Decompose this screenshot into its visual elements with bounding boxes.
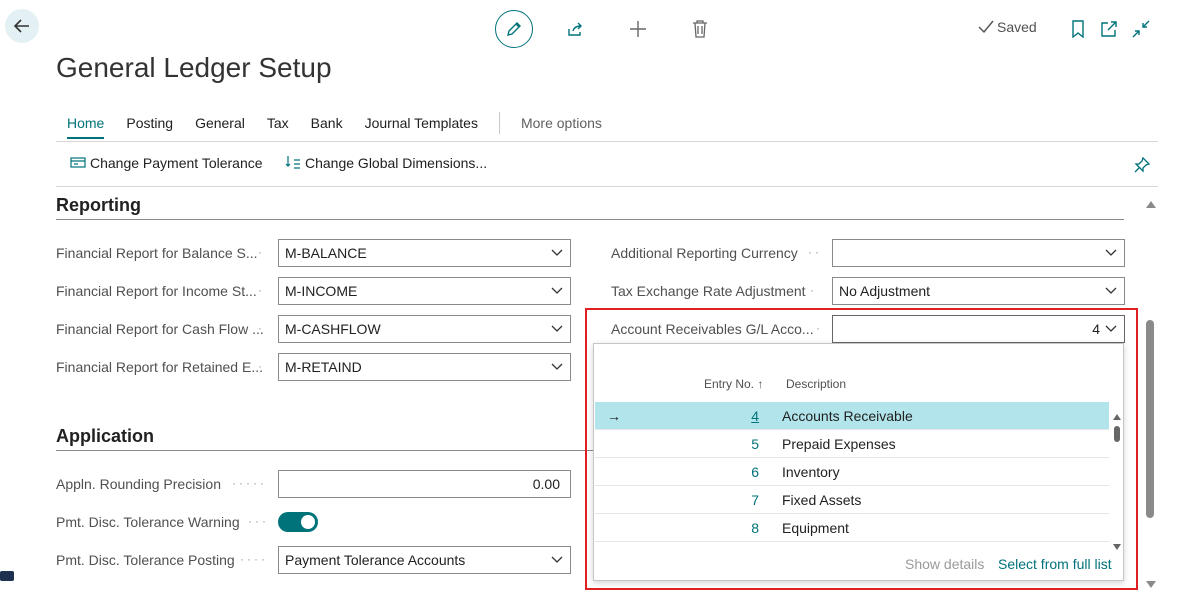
more-options-tab[interactable]: More options (510, 114, 613, 134)
arrow-left-icon (13, 19, 29, 33)
payment-tolerance-icon (70, 157, 86, 168)
tax-exchange-label: Tax Exchange Rate Adjustment (611, 283, 806, 299)
toggle-knob (301, 515, 315, 529)
delete-button[interactable] (688, 17, 712, 41)
saved-label: Saved (997, 19, 1037, 35)
tab-divider (498, 112, 500, 134)
share-button[interactable] (563, 17, 587, 41)
bookmark-icon (1072, 20, 1084, 38)
change-payment-tolerance-action[interactable]: Change Payment Tolerance (70, 155, 263, 171)
retained-earnings-report-value: M-RETAIND (285, 359, 362, 375)
cashflow-report-select[interactable]: M-CASHFLOW (278, 315, 571, 343)
tolerance-posting-label: Pmt. Disc. Tolerance Posting (56, 552, 235, 568)
income-report-select[interactable]: M-INCOME (278, 277, 571, 305)
income-report-label: Financial Report for Income St... (56, 283, 257, 299)
pencil-icon (507, 22, 521, 36)
page-scroll-thumb[interactable] (1146, 320, 1154, 518)
tab-home[interactable]: Home (56, 114, 115, 139)
field-dots: · (810, 283, 817, 297)
rounding-precision-label: Appln. Rounding Precision (56, 476, 221, 492)
chevron-down-icon (1104, 284, 1118, 298)
tab-bar: Home Posting General Tax Bank Journal Te… (56, 112, 613, 139)
new-button[interactable] (626, 17, 650, 41)
chevron-down-icon (550, 246, 564, 260)
edit-button[interactable] (495, 10, 533, 48)
balance-report-value: M-BALANCE (285, 245, 367, 261)
additional-currency-label: Additional Reporting Currency (611, 245, 798, 261)
tab-general[interactable]: General (184, 114, 256, 134)
divider (56, 186, 1158, 187)
chevron-down-icon (550, 284, 564, 298)
tolerance-posting-value: Payment Tolerance Accounts (285, 552, 466, 568)
change-payment-tolerance-label: Change Payment Tolerance (90, 155, 263, 171)
open-new-window-button[interactable] (1097, 17, 1121, 41)
field-dots: · (258, 359, 265, 373)
back-button[interactable] (5, 9, 39, 43)
pin-icon (1134, 156, 1151, 173)
saved-status: Saved (978, 19, 1037, 35)
tab-tax[interactable]: Tax (256, 114, 300, 134)
tab-journal-templates[interactable]: Journal Templates (354, 114, 489, 134)
chevron-down-icon (550, 360, 564, 374)
rounding-precision-input[interactable]: 0.00 (278, 470, 571, 498)
tax-exchange-value: No Adjustment (839, 283, 931, 299)
tolerance-warning-toggle[interactable] (278, 512, 318, 532)
change-global-dimensions-action[interactable]: Change Global Dimensions... (285, 155, 487, 171)
side-tab-marker (0, 571, 14, 581)
chevron-down-icon (550, 553, 564, 567)
additional-currency-select[interactable] (832, 239, 1125, 267)
chevron-down-icon (1104, 246, 1118, 260)
plus-icon (630, 21, 646, 37)
field-dots: ····· (232, 476, 267, 490)
income-report-value: M-INCOME (285, 283, 358, 299)
balance-report-label: Financial Report for Balance S... (56, 245, 258, 261)
field-dots: · (258, 283, 265, 297)
bookmark-button[interactable] (1066, 17, 1090, 41)
field-dots: ···· (240, 552, 268, 566)
page-title: General Ledger Setup (56, 52, 332, 83)
field-dots: · (258, 321, 265, 335)
retained-earnings-report-label: Financial Report for Retained E... (56, 359, 263, 375)
divider (56, 141, 1158, 142)
tab-posting[interactable]: Posting (115, 114, 184, 134)
rounding-precision-value: 0.00 (532, 476, 560, 492)
change-global-dimensions-label: Change Global Dimensions... (305, 155, 488, 171)
trash-icon (693, 20, 707, 38)
collapse-button[interactable] (1129, 17, 1153, 41)
reporting-section-title[interactable]: Reporting (56, 195, 141, 216)
retained-earnings-report-select[interactable]: M-RETAIND (278, 353, 571, 381)
tab-bank[interactable]: Bank (300, 114, 354, 134)
page-scroll-down-icon[interactable] (1146, 575, 1156, 591)
share-icon (568, 22, 582, 36)
application-section-title[interactable]: Application (56, 426, 154, 447)
section-underline (56, 450, 596, 451)
cashflow-report-value: M-CASHFLOW (285, 321, 381, 337)
open-in-new-icon (1101, 21, 1117, 37)
tax-exchange-select[interactable]: No Adjustment (832, 277, 1125, 305)
field-dots: ·· (808, 245, 822, 259)
balance-report-select[interactable]: M-BALANCE (278, 239, 571, 267)
checkmark-icon (978, 20, 994, 34)
dimensions-icon (285, 156, 300, 169)
field-dots: · (258, 245, 265, 259)
chevron-down-icon (550, 322, 564, 336)
tolerance-posting-select[interactable]: Payment Tolerance Accounts (278, 546, 571, 574)
page-scroll-up-icon[interactable] (1146, 195, 1156, 211)
highlight-box (585, 308, 1138, 590)
collapse-icon (1132, 20, 1150, 38)
tolerance-warning-label: Pmt. Disc. Tolerance Warning (56, 514, 240, 530)
section-underline (56, 219, 1124, 220)
cashflow-report-label: Financial Report for Cash Flow ... (56, 321, 264, 337)
field-dots: ··· (248, 514, 269, 528)
pin-button[interactable] (1130, 153, 1154, 177)
